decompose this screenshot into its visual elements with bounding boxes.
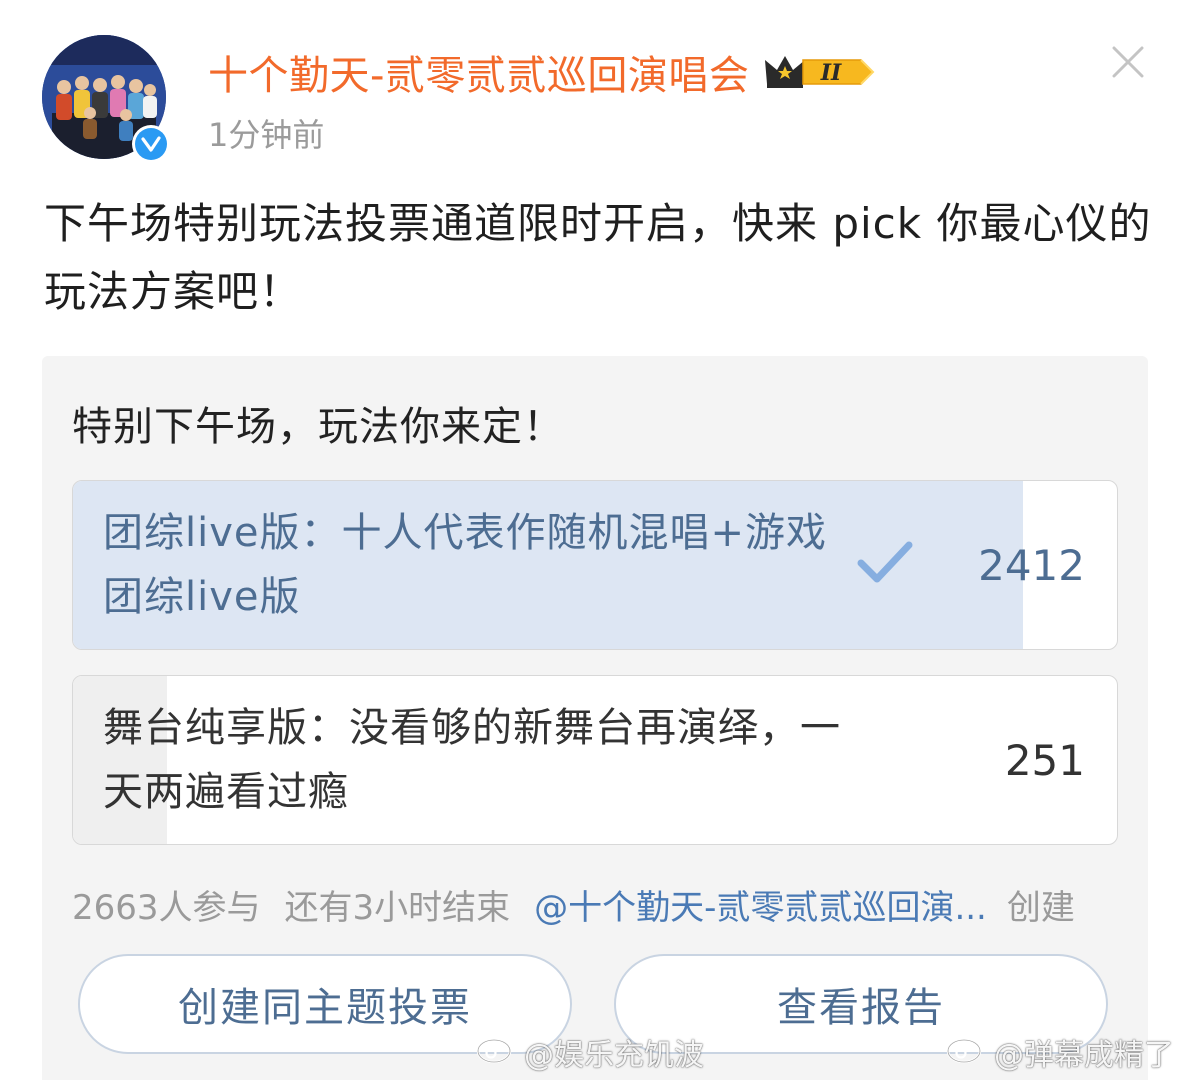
poll-meta: 2663人参与 还有3小时结束 @十个勤天-贰零贰贰巡回演... 创建: [72, 880, 1122, 929]
selected-check-icon: [855, 539, 915, 587]
creator-link[interactable]: @十个勤天-贰零贰贰巡回演...: [534, 880, 987, 929]
vip-level-text: II: [820, 60, 842, 86]
avatar[interactable]: [42, 35, 170, 163]
vip-crown-icon[interactable]: II: [763, 50, 875, 94]
weibo-logo-icon: [944, 1032, 988, 1072]
poll-card: 特别下午场，玩法你来定！ 团综live版：十人代表作随机混唱+游戏团综live版…: [42, 356, 1148, 1080]
watermark-1-text: @娱乐充饥波: [524, 1038, 704, 1073]
username-link[interactable]: 十个勤天-贰零贰贰巡回演唱会: [208, 43, 749, 101]
username-row: 十个勤天-贰零贰贰巡回演唱会 II: [208, 42, 875, 102]
poll-option-2-count: 251: [1004, 736, 1085, 785]
poll-option-1[interactable]: 团综live版：十人代表作随机混唱+游戏团综live版 2412: [72, 480, 1118, 650]
poll-option-1-label: 团综live版：十人代表作随机混唱+游戏团综live版: [103, 510, 828, 620]
post-text: 下午场特别玩法投票通道限时开启，快来 pick 你最心仪的玩法方案吧！: [44, 199, 1152, 316]
watermark-2: @弹幕成精了: [944, 1030, 1174, 1074]
watermark-1: @娱乐充饥波: [474, 1030, 704, 1074]
poll-title: 特别下午场，玩法你来定！: [72, 404, 564, 450]
time-remaining: 还有3小时结束: [284, 888, 511, 928]
post-timestamp: 1分钟前: [208, 116, 325, 154]
weibo-logo-icon: [474, 1032, 518, 1072]
participant-count: 2663人参与: [72, 888, 261, 928]
poll-option-2-label: 舞台纯享版：没看够的新舞台再演绎，一天两遍看过瘾: [103, 705, 841, 815]
poll-option-1-count: 2412: [978, 541, 1085, 590]
poll-option-2[interactable]: 舞台纯享版：没看够的新舞台再演绎，一天两遍看过瘾 251: [72, 675, 1118, 845]
watermark-2-text: @弹幕成精了: [994, 1038, 1174, 1073]
verified-badge-icon: [132, 125, 170, 163]
weibo-post-screen: 十个勤天-贰零贰贰巡回演唱会 II 1分钟前 下午场特别玩法投票通道限时开启，快…: [0, 0, 1186, 1080]
close-icon[interactable]: [1110, 44, 1146, 80]
created-suffix: 创建: [1006, 888, 1075, 928]
